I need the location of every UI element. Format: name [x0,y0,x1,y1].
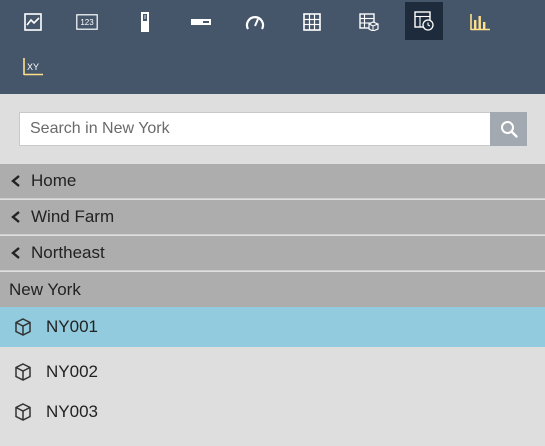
status-table-button[interactable] [405,2,443,40]
asset-label: NY001 [46,317,98,336]
asset-item-ny003[interactable]: NY003 [0,392,545,432]
xy-plot-label: XY [27,62,39,72]
xy-plot-icon: XY [23,58,43,76]
chevron-left-icon [11,175,20,187]
numeric-display-label: 123 [80,18,94,27]
table-icon [303,13,321,31]
bar-chart-button[interactable] [462,4,498,40]
search-input[interactable] [19,112,490,146]
asset-cube-icon [15,363,31,381]
breadcrumb-label: Wind Farm [31,207,115,226]
breadcrumb-label: Home [31,171,77,190]
chevron-left-icon [11,211,20,223]
asset-navigator-panel: Home Wind Farm Northeast New York NY001 … [0,94,545,446]
xy-plot-button[interactable]: XY [15,49,51,85]
visualization-toolbar: 123 XY [0,0,545,94]
current-location: New York [0,272,545,307]
horizontal-gauge-icon [191,19,211,25]
asset-label: NY003 [46,402,98,421]
asset-item-ny001[interactable]: NY001 [0,307,545,347]
horizontal-gauge-button[interactable] [183,4,219,40]
vertical-gauge-button[interactable] [127,4,163,40]
breadcrumb-northeast[interactable]: Northeast [0,236,545,271]
asset-cube-icon [15,403,31,421]
numeric-display-button[interactable]: 123 [69,4,105,40]
breadcrumb-wind-farm[interactable]: Wind Farm [0,200,545,235]
search-icon [500,121,518,138]
chevron-left-icon [11,247,20,259]
radial-gauge-button[interactable] [237,4,273,40]
line-chart-button[interactable] [15,4,51,40]
search-button[interactable] [490,112,527,146]
radial-gauge-icon [245,16,265,30]
status-table-icon [414,11,434,31]
asset-item-ny002[interactable]: NY002 [0,352,545,392]
breadcrumb-label: Northeast [31,243,105,262]
search-bar [19,112,527,146]
asset-cube-icon [15,318,31,336]
current-location-label: New York [9,279,81,299]
breadcrumb-home[interactable]: Home [0,164,545,199]
bar-chart-icon [470,14,490,31]
line-chart-icon [24,13,42,31]
asset-label: NY002 [46,362,98,381]
asset-table-button[interactable] [351,4,387,40]
asset-table-icon [359,13,379,31]
vertical-gauge-icon [141,12,149,32]
numeric-display-icon: 123 [76,14,98,30]
table-button[interactable] [294,4,330,40]
